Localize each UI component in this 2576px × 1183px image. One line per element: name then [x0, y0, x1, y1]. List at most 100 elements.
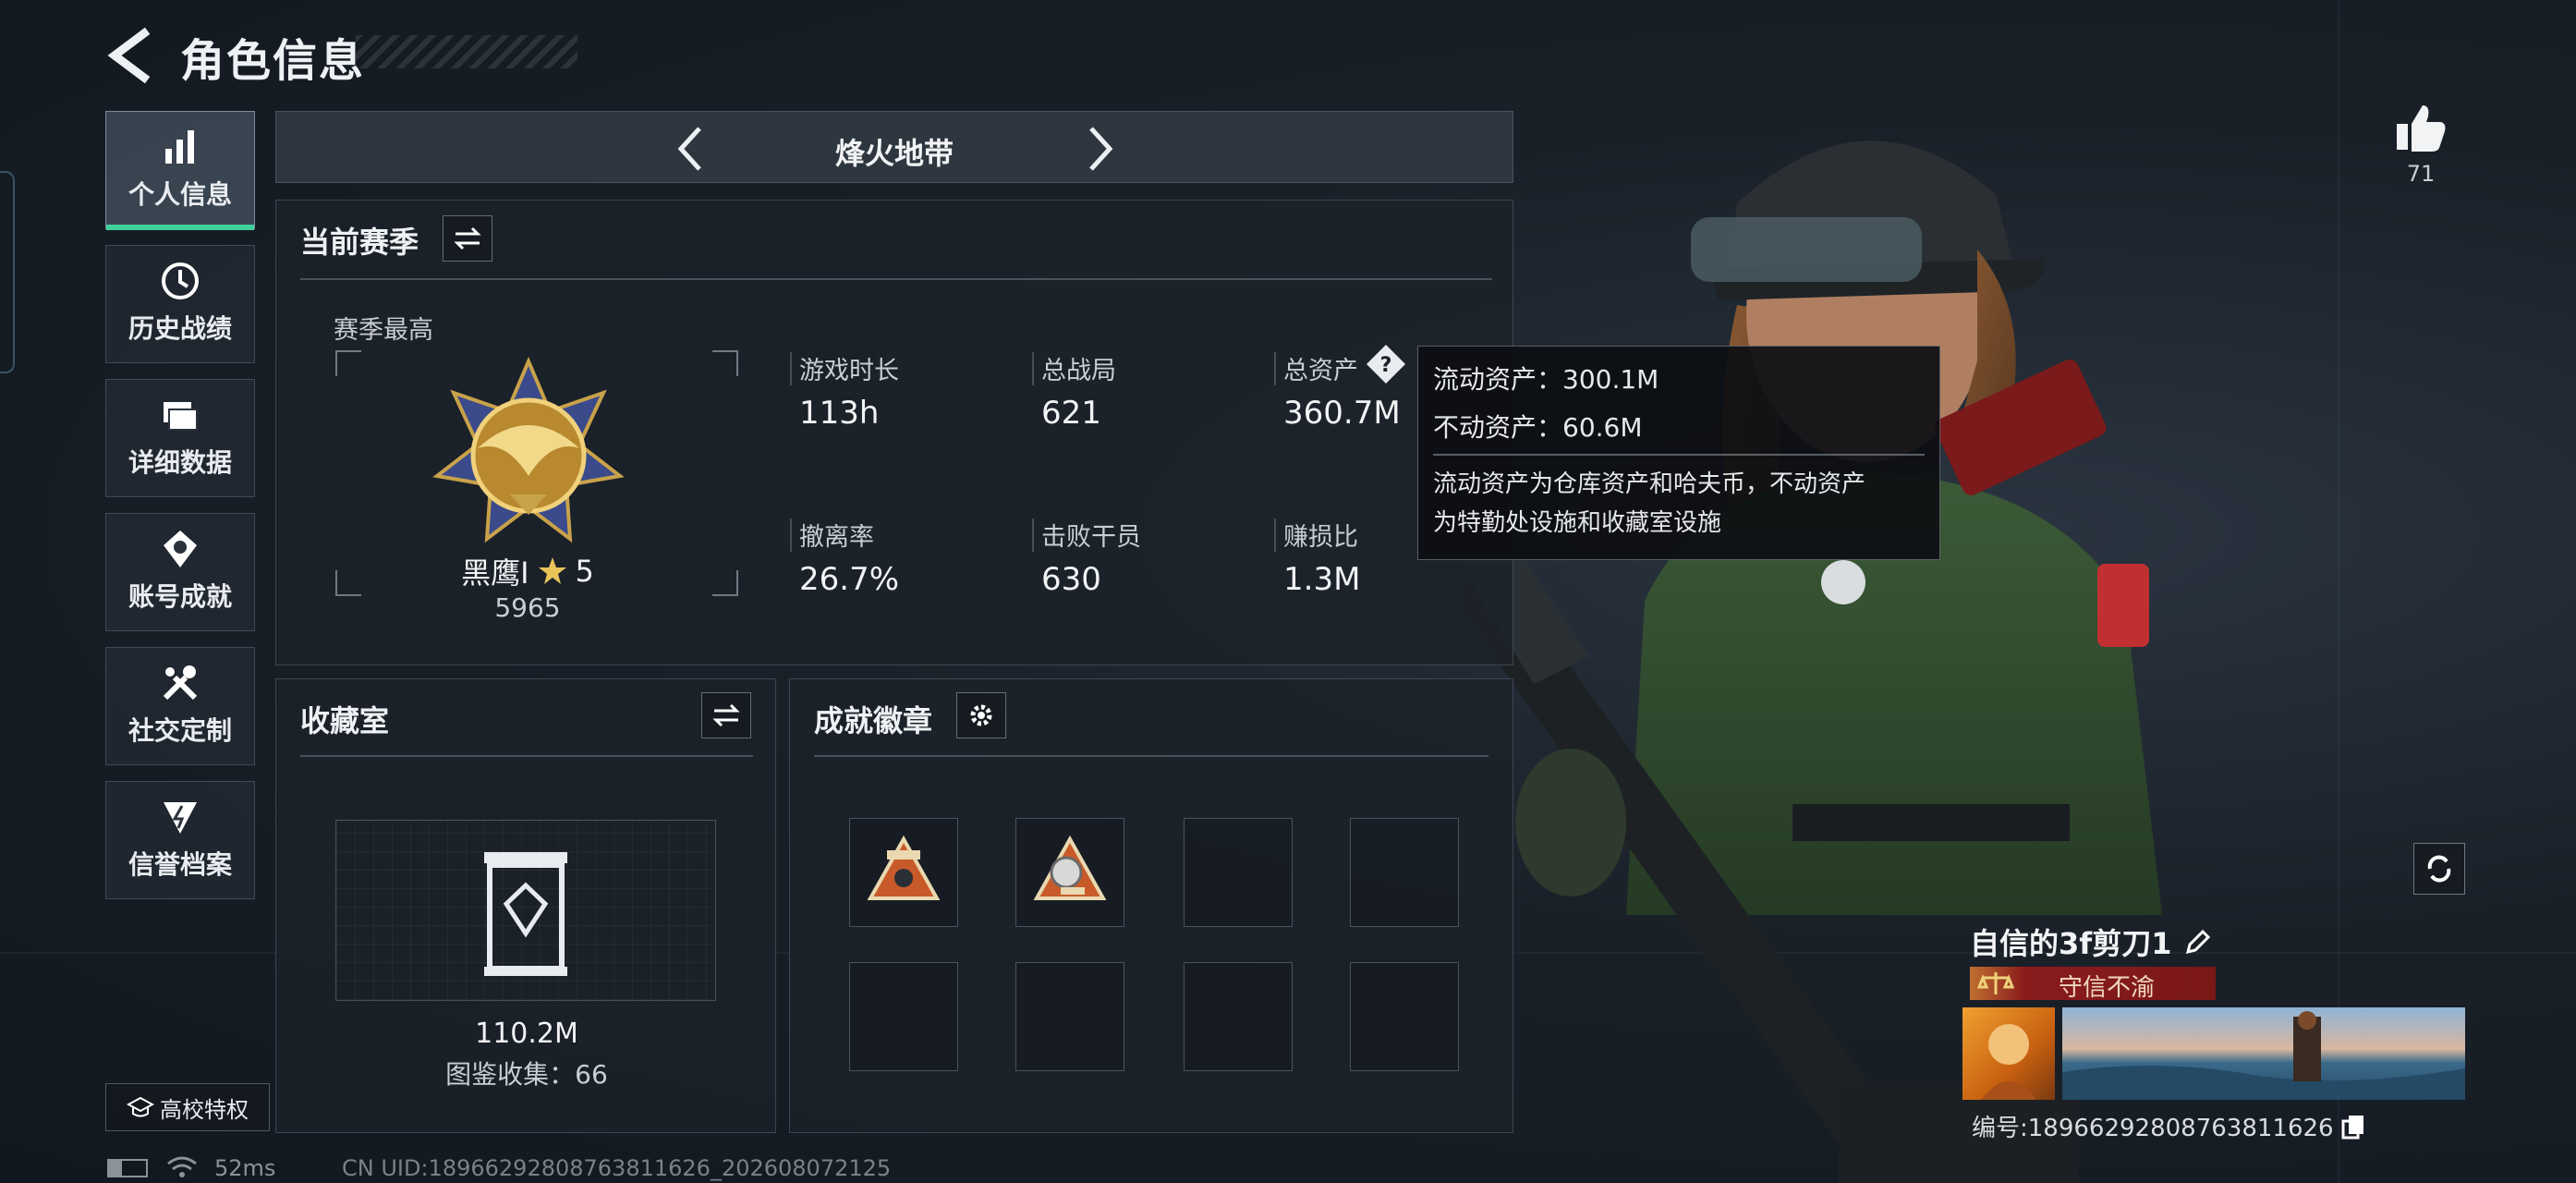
- wifi-icon: [167, 1156, 197, 1177]
- stat-label-extraction-rate: 撤离率: [799, 523, 874, 552]
- svg-text:?: ?: [1380, 354, 1392, 377]
- stat-label-profit-loss: 赚损比: [1283, 523, 1358, 552]
- badges-settings-button[interactable]: [956, 692, 1006, 738]
- player-tag: 守信不渝: [2059, 974, 2156, 1002]
- frame-corner: [712, 350, 738, 376]
- collection-switch-button[interactable]: [701, 692, 751, 738]
- left-edge-tab[interactable]: [0, 171, 15, 373]
- star-icon: [538, 557, 566, 584]
- season-panel: 当前赛季 赛季最高 黑鹰I 5 5965 游戏时长 113h 总战局 621 总…: [275, 200, 1513, 665]
- tooltip-divider: [1433, 454, 1925, 456]
- copy-icon[interactable]: [2341, 1114, 2365, 1140]
- player-id-row: 编号:18966292808763811626: [1972, 1109, 2365, 1143]
- tools-icon: [163, 665, 198, 701]
- sidebar-item-label: 详细数据: [128, 447, 232, 478]
- sidebar-item-label: 历史战绩: [128, 313, 232, 344]
- badges-title: 成就徽章: [814, 703, 933, 738]
- rank-name: 黑鹰I: [461, 555, 529, 591]
- stat-separator: [790, 518, 792, 552]
- assets-tooltip: 流动资产：300.1M 不动资产：60.6M 流动资产为仓库资产和哈夫币，不动资…: [1417, 346, 1940, 560]
- season-switch-button[interactable]: [443, 215, 492, 262]
- divider: [300, 755, 753, 757]
- sidebar-item-credit-record[interactable]: 信誉档案: [105, 781, 255, 899]
- clock-icon: [162, 262, 199, 299]
- bar-chart-icon: [165, 130, 194, 164]
- battery-icon: [107, 1159, 148, 1177]
- title-hatch-decoration: [356, 35, 577, 68]
- rank-emblem-icon: [432, 356, 625, 543]
- stat-separator: [1274, 518, 1276, 552]
- edit-name-icon[interactable]: [2184, 928, 2212, 956]
- ping-ms: 52ms: [214, 1155, 276, 1181]
- stat-value-operator-kills: 630: [1041, 561, 1101, 598]
- swap-icon: [712, 703, 740, 727]
- bg-grid-line: [2338, 0, 2339, 1183]
- stat-separator: [1032, 518, 1034, 552]
- rank-row: 黑鹰I 5: [276, 550, 779, 592]
- sidebar-item-label: 信誉档案: [128, 849, 232, 880]
- season-title: 当前赛季: [300, 225, 419, 260]
- mode-switcher: 烽火地带: [275, 111, 1513, 183]
- stat-separator: [790, 352, 792, 385]
- player-tag-banner: 守信不渝: [1970, 967, 2216, 1002]
- medal-icon: [164, 531, 197, 567]
- stat-label-total-matches: 总战局: [1041, 357, 1116, 385]
- back-button[interactable]: [103, 26, 159, 85]
- badge-slot[interactable]: [849, 818, 958, 927]
- tooltip-desc-line1: 流动资产为仓库资产和哈夫币，不动资产: [1433, 470, 1866, 498]
- badges-panel: 成就徽章: [789, 678, 1513, 1133]
- sidebar-item-social-custom[interactable]: 社交定制: [105, 647, 255, 765]
- uid-label: CN UID:18966292808763811626_202608072125: [342, 1155, 892, 1181]
- display-case-icon: [484, 852, 567, 976]
- refresh-icon: [2427, 855, 2451, 883]
- badge-slot-empty[interactable]: [1015, 962, 1124, 1071]
- badge-slot-empty[interactable]: [849, 962, 958, 1071]
- player-name: 自信的3f剪刀1: [1970, 926, 2172, 961]
- sidebar-item-detail-data[interactable]: 详细数据: [105, 379, 255, 497]
- badge-slot[interactable]: [1015, 818, 1124, 927]
- badge-slot-empty[interactable]: [1350, 962, 1459, 1071]
- thumbs-up-icon: [2397, 105, 2446, 152]
- like-widget[interactable]: 71: [2393, 102, 2448, 187]
- active-indicator: [106, 225, 254, 230]
- stat-separator: [1032, 352, 1034, 385]
- avatar-art: [1981, 1024, 2036, 1100]
- sidebar-item-label: 账号成就: [128, 581, 232, 612]
- collection-panel[interactable]: 收藏室 110.2M 图鉴收集：66: [275, 678, 776, 1133]
- assets-help-icon[interactable]: ?: [1365, 343, 1407, 385]
- stat-label-operator-kills: 击败干员: [1041, 523, 1141, 552]
- achievement-badge-icon: [1033, 835, 1107, 900]
- sidebar-item-achievements[interactable]: 账号成就: [105, 513, 255, 631]
- badge-slot-empty[interactable]: [1184, 962, 1293, 1071]
- rank-score: 5965: [494, 592, 561, 623]
- next-mode-button[interactable]: [1082, 123, 1119, 175]
- refresh-button[interactable]: [2413, 843, 2465, 895]
- divider: [300, 278, 1492, 280]
- stat-value-profit-loss: 1.3M: [1283, 561, 1361, 598]
- frame-corner: [335, 350, 361, 376]
- badge-slot-empty[interactable]: [1184, 818, 1293, 927]
- tooltip-liquid-assets: 流动资产：300.1M: [1433, 364, 1659, 395]
- gear-icon: [970, 704, 992, 726]
- player-banner-card[interactable]: [2062, 1007, 2465, 1100]
- shield-bolt-icon: [164, 802, 197, 834]
- sidebar-item-label: 社交定制: [128, 715, 232, 746]
- player-avatar[interactable]: [1962, 1007, 2055, 1100]
- sidebar-item-personal-info[interactable]: 个人信息: [105, 111, 255, 230]
- swap-icon: [454, 226, 481, 250]
- stat-value-extraction-rate: 26.7%: [799, 561, 900, 598]
- collection-value: 110.2M: [475, 1018, 578, 1050]
- collection-title: 收藏室: [300, 703, 390, 738]
- stat-value-playtime: 113h: [799, 395, 880, 432]
- campus-privilege-button[interactable]: 高校特权: [105, 1083, 270, 1131]
- stat-label-total-assets: 总资产: [1283, 357, 1358, 385]
- banner-art: [2062, 1011, 2465, 1100]
- badge-slot-empty[interactable]: [1350, 818, 1459, 927]
- sidebar-item-history[interactable]: 历史战绩: [105, 245, 255, 363]
- folder-icon: [164, 402, 198, 431]
- mode-label: 烽火地带: [834, 136, 954, 171]
- collection-catalog: 图鉴收集：66: [445, 1059, 608, 1090]
- tooltip-fixed-assets: 不动资产：60.6M: [1433, 412, 1643, 443]
- player-name-row: 自信的3f剪刀1: [1970, 921, 2212, 963]
- divider: [814, 755, 1488, 757]
